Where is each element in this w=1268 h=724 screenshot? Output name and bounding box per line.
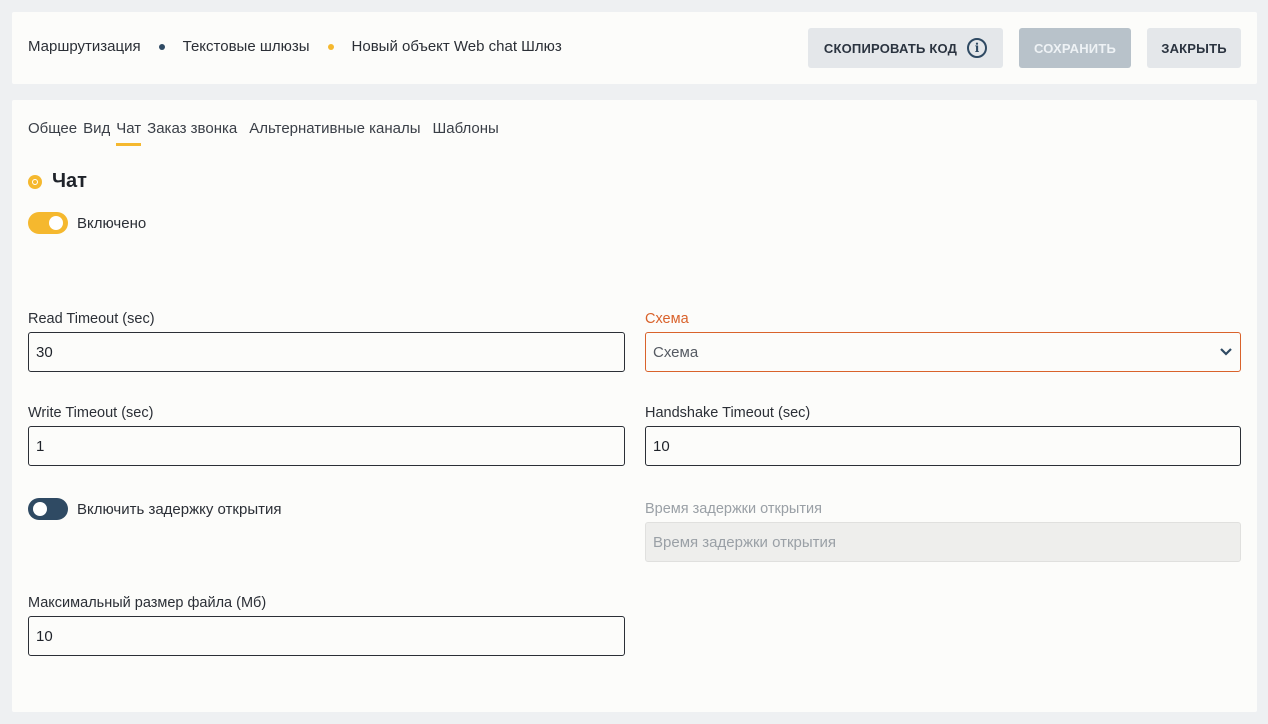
tab-chat[interactable]: Чат xyxy=(116,120,141,146)
open-delay-row: Включить задержку открытия xyxy=(28,498,282,520)
tab-templates[interactable]: Шаблоны xyxy=(433,120,499,146)
write-timeout-input[interactable]: 1 xyxy=(28,426,625,466)
breadcrumb-separator-dot xyxy=(327,43,334,50)
toggle-knob xyxy=(49,216,63,230)
tab-alternative-channels[interactable]: Альтернативные каналы xyxy=(249,120,420,146)
tab-view[interactable]: Вид xyxy=(83,120,110,146)
handshake-timeout-input[interactable]: 10 xyxy=(645,426,1241,466)
open-delay-time-field: Время задержки открытия Время задержки о… xyxy=(645,501,1241,562)
write-timeout-label: Write Timeout (sec) xyxy=(28,405,154,421)
read-timeout-field: Read Timeout (sec) 30 xyxy=(28,311,625,372)
breadcrumb-separator-dot xyxy=(158,43,165,50)
info-icon[interactable]: i xyxy=(967,38,988,58)
schema-select-value: Схема xyxy=(653,343,699,361)
copy-code-label: СКОПИРОВАТЬ КОД xyxy=(823,40,958,56)
write-timeout-field: Write Timeout (sec) 1 xyxy=(28,405,625,466)
open-delay-toggle[interactable] xyxy=(28,498,68,520)
breadcrumb: Маршрутизация Текстовые шлюзы Новый объе… xyxy=(28,38,562,55)
section-title-text: Чат xyxy=(52,170,87,192)
chat-enabled-label: Включено xyxy=(77,214,147,232)
breadcrumb-item-routing[interactable]: Маршрутизация xyxy=(28,38,141,55)
tab-callback[interactable]: Заказ звонка xyxy=(147,120,237,146)
copy-code-button[interactable]: СКОПИРОВАТЬ КОД i xyxy=(808,28,1003,68)
read-timeout-input[interactable]: 30 xyxy=(28,332,625,372)
tab-bar: Общее Вид Чат Заказ звонка Альтернативны… xyxy=(28,120,505,146)
handshake-timeout-field: Handshake Timeout (sec) 10 xyxy=(645,405,1241,466)
chevron-down-icon xyxy=(1220,348,1232,356)
save-button[interactable]: СОХРАНИТЬ xyxy=(1019,28,1131,68)
open-delay-time-label: Время задержки открытия xyxy=(645,501,822,517)
chat-section-icon xyxy=(28,174,42,189)
max-file-size-input[interactable]: 10 xyxy=(28,616,625,656)
max-file-size-label: Максимальный размер файла (Мб) xyxy=(28,595,267,611)
schema-label: Схема xyxy=(645,311,689,327)
read-timeout-label: Read Timeout (sec) xyxy=(28,311,155,327)
close-button[interactable]: ЗАКРЫТЬ xyxy=(1147,28,1241,68)
handshake-timeout-label: Handshake Timeout (sec) xyxy=(645,405,811,421)
toggle-knob xyxy=(33,502,47,516)
open-delay-time-input: Время задержки открытия xyxy=(645,522,1241,562)
schema-select[interactable]: Схема xyxy=(645,332,1241,372)
breadcrumb-item-current: Новый объект Web chat Шлюз xyxy=(351,38,562,55)
open-delay-label: Включить задержку открытия xyxy=(77,500,282,518)
tab-general[interactable]: Общее xyxy=(28,120,77,146)
header-bar: Маршрутизация Текстовые шлюзы Новый объе… xyxy=(12,12,1257,84)
section-title: Чат xyxy=(28,170,87,193)
max-file-size-field: Максимальный размер файла (Мб) 10 xyxy=(28,595,625,656)
main-panel: Общее Вид Чат Заказ звонка Альтернативны… xyxy=(12,100,1257,712)
chat-enabled-row: Включено xyxy=(28,212,146,234)
schema-field: Схема Схема xyxy=(645,311,1241,372)
breadcrumb-item-text-gateways[interactable]: Текстовые шлюзы xyxy=(183,38,310,55)
chat-enabled-toggle[interactable] xyxy=(28,212,68,234)
